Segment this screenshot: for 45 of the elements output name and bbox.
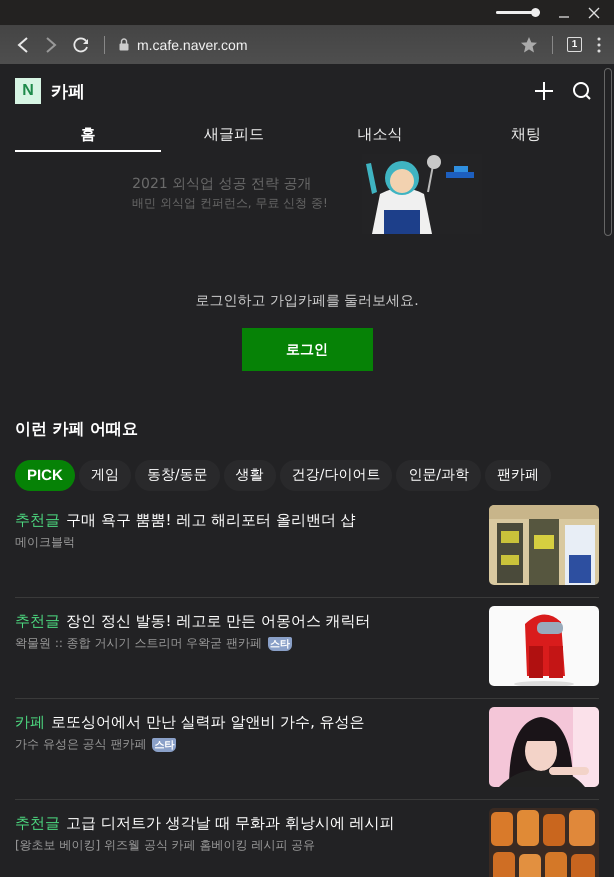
article-title[interactable]: 고급 디저트가 생각날 때 무화과 휘낭시에 레시피 <box>66 814 395 833</box>
category-chip[interactable]: 생활 <box>224 460 276 491</box>
app-title: 카페 <box>51 80 85 102</box>
cafe-name[interactable]: [왕초보 베이킹] 위즈웰 공식 카페 홈베이킹 레시피 공유 <box>15 837 316 854</box>
banner-subline: 배민 외식업 컨퍼런스, 무료 신청 중! <box>132 194 328 212</box>
plus-icon[interactable] <box>534 81 554 101</box>
article-title[interactable]: 로또싱어에서 만난 실력파 알앤비 가수, 유성은 <box>51 713 365 732</box>
cafe-name[interactable]: 메이크블럭 <box>15 534 75 551</box>
back-icon[interactable] <box>16 36 30 54</box>
close-icon[interactable] <box>588 6 600 18</box>
nav-tab[interactable]: 채팅 <box>453 118 599 152</box>
forward-icon[interactable] <box>44 36 58 54</box>
login-button[interactable]: 로그인 <box>242 328 372 371</box>
article-tag[interactable]: 추천글 <box>15 511 60 530</box>
lock-icon[interactable] <box>119 38 129 51</box>
category-chip[interactable]: 인문/과학 <box>396 460 481 491</box>
zoom-slider[interactable] <box>496 11 540 14</box>
more-icon[interactable] <box>596 36 602 52</box>
category-chip[interactable]: 동창/동문 <box>134 460 220 491</box>
login-prompt: 로그인하고 가입카페를 둘러보세요. <box>195 292 419 310</box>
scroll-bar[interactable] <box>604 68 612 236</box>
logo[interactable]: N <box>15 78 41 104</box>
address-url[interactable]: m.cafe.naver.com <box>137 36 248 52</box>
banner-headline: 2021 외식업 성공 전략 공개 <box>132 174 313 192</box>
category-chip[interactable]: PICK <box>15 460 75 491</box>
category-chip[interactable]: 게임 <box>78 460 131 491</box>
article-title[interactable]: 구매 욕구 뿜뿜! 레고 해리포터 올리밴더 샵 <box>66 511 356 530</box>
star-badge: 스타 <box>268 636 292 650</box>
star-icon[interactable] <box>520 36 538 54</box>
nav-tab[interactable]: 홈 <box>15 118 161 152</box>
article-title[interactable]: 장인 정신 발동! 레고로 만든 어몽어스 캐릭터 <box>66 612 371 631</box>
tab-count[interactable]: 1 <box>567 37 582 52</box>
article-tag[interactable]: 추천글 <box>15 612 60 631</box>
article-tag[interactable]: 추천글 <box>15 814 60 833</box>
cafe-name[interactable]: 왁물원 :: 종합 거시기 스트리머 우왁굳 팬카페 <box>15 635 262 652</box>
article-tag[interactable]: 카페 <box>15 713 45 732</box>
search-icon[interactable] <box>572 81 592 101</box>
category-chip[interactable]: 건강/다이어트 <box>280 460 392 491</box>
reload-icon[interactable] <box>72 36 90 54</box>
star-badge: 스타 <box>152 738 176 752</box>
cafe-name[interactable]: 가수 유성은 공식 팬카페 <box>15 736 146 753</box>
nav-tab[interactable]: 새글피드 <box>161 118 307 152</box>
section-title: 이런 카페 어때요 <box>14 418 140 440</box>
category-chip[interactable]: 팬카페 <box>485 460 551 491</box>
nav-tab[interactable]: 내소식 <box>307 118 453 152</box>
